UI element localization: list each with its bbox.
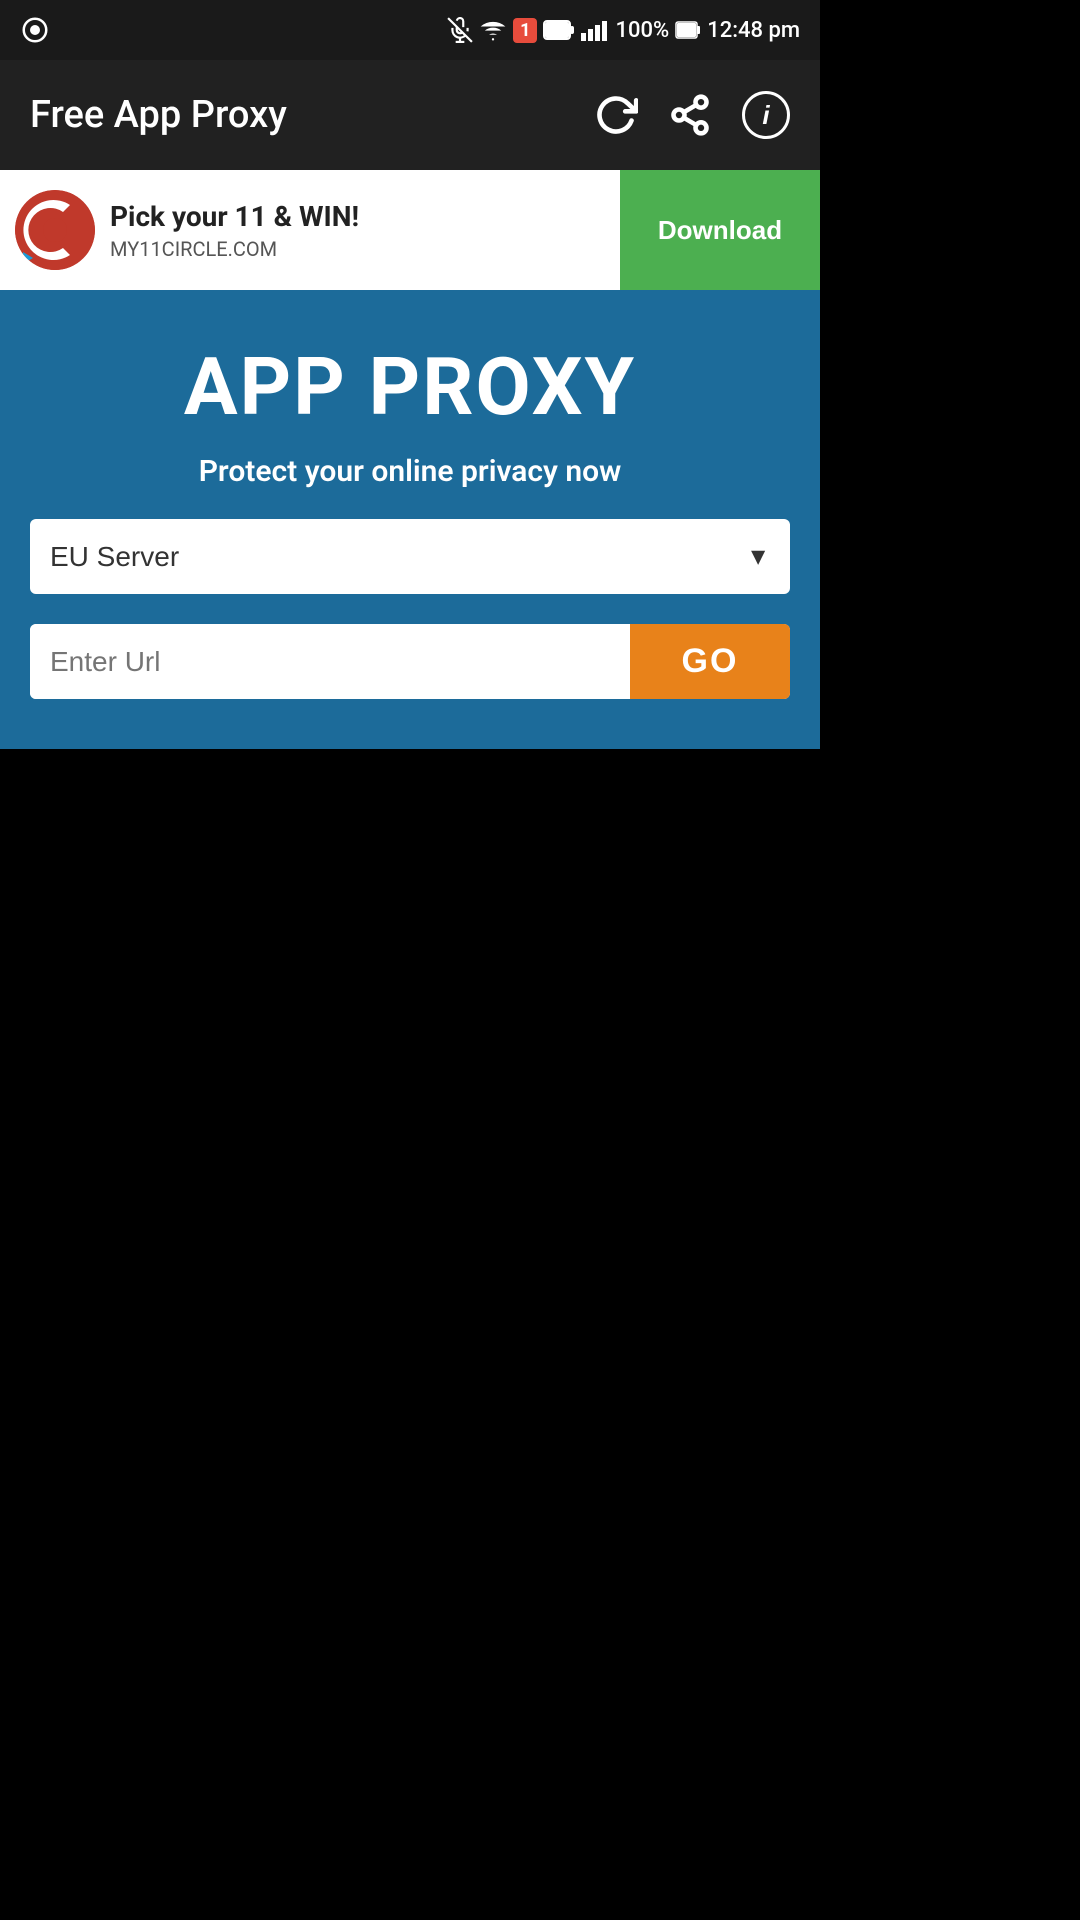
bottom-area bbox=[0, 749, 820, 1749]
info-button[interactable]: i bbox=[742, 91, 790, 139]
status-bar-left bbox=[20, 15, 50, 45]
status-bar: 1 100% 12:48 pm bbox=[0, 0, 820, 60]
mute-icon bbox=[447, 17, 473, 43]
ad-title: Pick your 11 & WIN! bbox=[110, 200, 359, 233]
url-input[interactable] bbox=[30, 624, 630, 699]
info-icon: i bbox=[742, 91, 790, 139]
app-header: Free App Proxy i bbox=[0, 60, 820, 170]
share-button[interactable] bbox=[668, 93, 712, 137]
wifi-icon bbox=[479, 16, 507, 44]
ad-banner[interactable]: Pick your 11 & WIN! MY11CIRCLE.COM Downl… bbox=[0, 170, 820, 290]
clock: 12:48 pm bbox=[707, 18, 800, 43]
ad-logo bbox=[15, 190, 95, 270]
battery-icon bbox=[543, 19, 575, 41]
refresh-icon bbox=[594, 93, 638, 137]
ad-subtitle: MY11CIRCLE.COM bbox=[110, 237, 359, 261]
status-bar-right: 1 100% 12:48 pm bbox=[447, 16, 800, 44]
refresh-button[interactable] bbox=[594, 93, 638, 137]
signal-icon bbox=[581, 19, 609, 41]
battery-small-icon bbox=[675, 21, 701, 39]
proxy-title: APP PROXY bbox=[184, 340, 636, 434]
header-icons: i bbox=[594, 91, 790, 139]
speaker-icon bbox=[20, 15, 50, 45]
app-title: Free App Proxy bbox=[30, 93, 287, 137]
share-icon bbox=[668, 93, 712, 137]
server-select-wrapper: EU Server US Server UK Server CA Server … bbox=[30, 519, 790, 594]
battery-percent: 100% bbox=[615, 18, 669, 43]
sim-badge: 1 bbox=[513, 18, 537, 43]
go-button[interactable]: GO bbox=[630, 624, 790, 699]
url-input-row: GO bbox=[30, 624, 790, 699]
ad-content: Pick your 11 & WIN! MY11CIRCLE.COM bbox=[0, 190, 620, 270]
server-select[interactable]: EU Server US Server UK Server CA Server … bbox=[30, 519, 790, 594]
proxy-tagline: Protect your online privacy now bbox=[199, 454, 622, 489]
ad-text-block: Pick your 11 & WIN! MY11CIRCLE.COM bbox=[110, 200, 359, 261]
main-content: APP PROXY Protect your online privacy no… bbox=[0, 290, 820, 749]
ad-download-button[interactable]: Download bbox=[620, 170, 820, 290]
